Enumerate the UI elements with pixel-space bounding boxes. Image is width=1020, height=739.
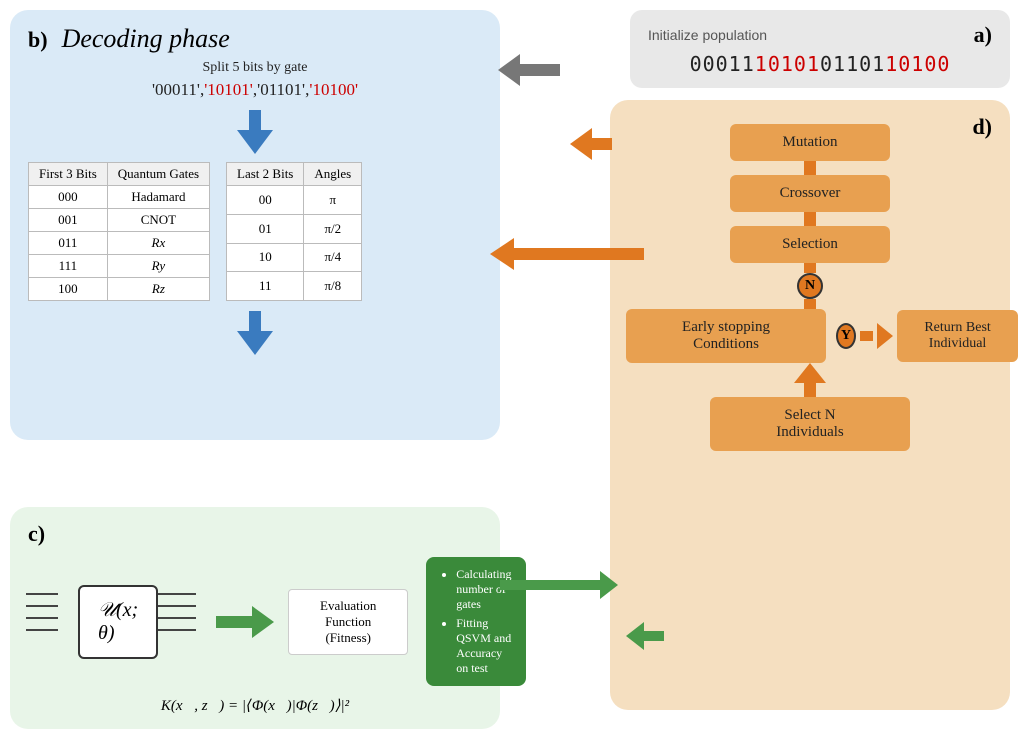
crossover-box: Crossover	[730, 175, 890, 212]
early-stopping-row: Early stoppingConditions Y Return Best I…	[626, 309, 994, 363]
table-row: 001CNOT	[29, 209, 210, 232]
binary-red1: 10101	[755, 52, 820, 76]
binary-red2: 10100	[885, 52, 950, 76]
section-a-label: a)	[974, 22, 992, 48]
ga-flow: Mutation Crossover Selection N Ear	[626, 124, 994, 451]
y-return-group: Y Return Best Individual	[836, 310, 1018, 362]
selection-box: Selection	[730, 226, 890, 263]
eval-label: EvaluationFunction (Fitness)	[303, 598, 393, 646]
section-d: d) Mutation Crossover Selection N	[610, 100, 1010, 710]
circuit-box: 𝒰(x; θ)	[78, 585, 158, 659]
circuit-output-lines	[158, 593, 196, 631]
eval-function-box: EvaluationFunction (Fitness)	[288, 589, 408, 655]
y-badge: Y	[836, 323, 856, 349]
binary-black1: 00011	[690, 52, 755, 76]
green-arrow-right	[216, 606, 274, 638]
n-arrow-group: N	[797, 263, 823, 309]
circuit-label: 𝒰(x; θ)	[98, 599, 138, 645]
select-n-box: Select NIndividuals	[710, 397, 910, 451]
table-row: 11π/8	[227, 272, 362, 301]
angle-table: Last 2 BitsAngles 00π 01π/2 10π/4 11π/8	[226, 162, 362, 301]
circuit-input-lines	[26, 593, 58, 631]
section-d-label: d)	[972, 114, 992, 140]
table-row: 111Ry	[29, 255, 210, 278]
return-best-box: Return Best Individual	[897, 310, 1018, 362]
gray-arrow-a-to-b	[498, 54, 560, 86]
section-c-label: c)	[28, 521, 45, 546]
early-stopping-box: Early stoppingConditions	[626, 309, 826, 363]
orange-arrow-3	[794, 363, 826, 397]
table-row: 10π/4	[227, 243, 362, 272]
table-row: 000Hadamard	[29, 186, 210, 209]
orange-arrow-2	[804, 212, 816, 226]
green-up-arrow-from-c	[626, 622, 664, 650]
orange-arrow-1	[804, 161, 816, 175]
binary-black2: 01101	[820, 52, 885, 76]
gate-table: First 3 BitsQuantum Gates 000Hadamard 00…	[28, 162, 210, 301]
orange-arrow-d-to-b	[490, 238, 644, 270]
section-a-binary: 00011101010110110100	[648, 52, 992, 76]
blue-arrow-1	[28, 110, 482, 154]
section-b: b) Decoding phase Split 5 bits by gate '…	[10, 10, 500, 440]
section-c: c) 𝒰(x; θ)	[10, 507, 500, 729]
table-row: 100Rz	[29, 278, 210, 301]
mutation-box: Mutation	[730, 124, 890, 161]
section-b-subtitle: Split 5 bits by gate	[28, 60, 482, 76]
table-row: 00π	[227, 186, 362, 215]
orange-arrow-to-b	[570, 128, 612, 160]
section-b-label: b)	[28, 27, 48, 53]
green-arrow-c-to-d	[500, 571, 618, 599]
section-b-bits: '00011','10101','01101','10100'	[28, 80, 482, 100]
section-a: Initialize population a) 000111010101101…	[630, 10, 1010, 88]
table-row: 011Rx	[29, 232, 210, 255]
kernel-formula: K(x⃗, z⃗) = |⟨Φ(x⃗)|Φ(z⃗)⟩|²	[28, 696, 482, 715]
n-badge: N	[797, 273, 823, 299]
main-container: Initialize population a) 000111010101101…	[0, 0, 1020, 739]
table-row: 01π/2	[227, 214, 362, 243]
fitness-item-2: Fitting QSVM and Accuracy on test	[456, 616, 511, 676]
blue-arrow-2	[28, 311, 482, 355]
section-a-init-title: Initialize population	[648, 27, 767, 43]
section-b-title: Decoding phase	[62, 24, 230, 54]
section-c-inner: 𝒰(x; θ) EvaluationFunction (Fitness)	[28, 557, 482, 686]
circuit-diagram: 𝒰(x; θ)	[58, 577, 158, 667]
tables-row: First 3 BitsQuantum Gates 000Hadamard 00…	[28, 162, 482, 301]
